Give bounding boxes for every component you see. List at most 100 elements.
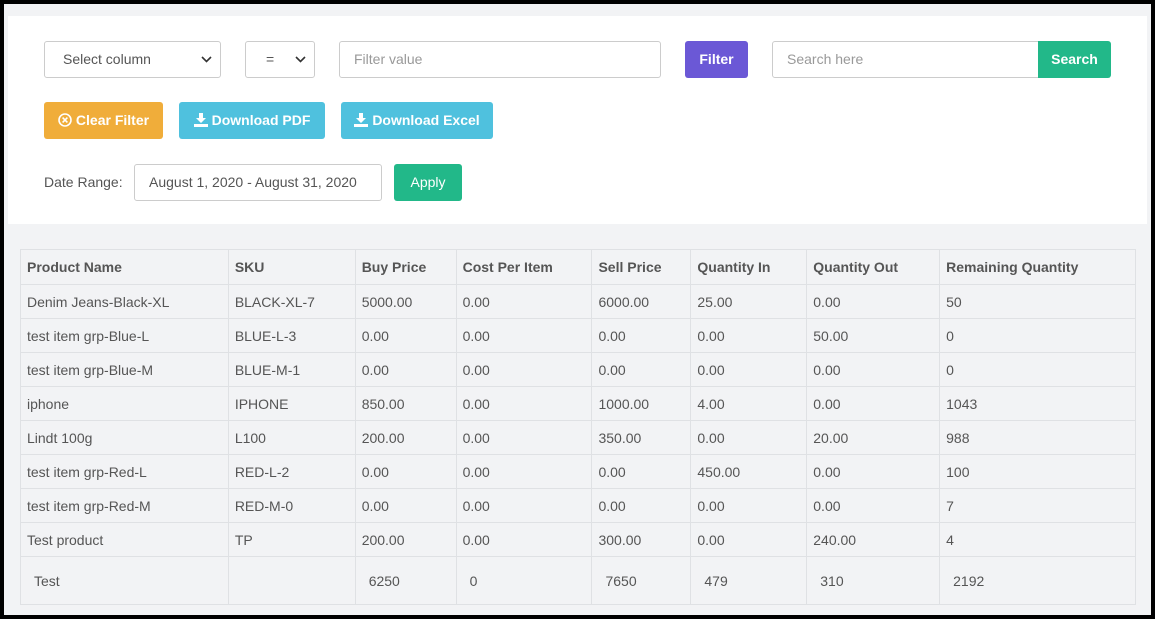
cell-sell-price: 0.00 (591, 488, 692, 523)
cell-remaining-quantity: 100 (939, 454, 1136, 489)
column-header-product-name[interactable]: Product Name (20, 249, 229, 285)
cell-quantity-out: 20.00 (806, 420, 941, 455)
filter-button[interactable]: Filter (685, 41, 748, 78)
cell-sell-price: 300.00 (591, 522, 692, 557)
cell-buy-price: 0.00 (354, 352, 457, 387)
cell-sell-price: 1000.00 (591, 386, 692, 421)
chevron-down-icon (295, 42, 306, 77)
cell-quantity-out: 0.00 (806, 284, 941, 319)
total-quantity-out: 310 (806, 556, 941, 605)
search-placeholder: Search here (787, 51, 864, 67)
cell-quantity-out: 50.00 (806, 318, 941, 353)
cell-cost-per-item: 0.00 (455, 420, 593, 455)
download-excel-button[interactable]: Download Excel (341, 102, 493, 139)
date-range-input[interactable]: August 1, 2020 - August 31, 2020 (134, 164, 382, 201)
column-select-value: Select column (63, 51, 151, 67)
chevron-down-icon (201, 42, 212, 77)
total-sku (227, 556, 356, 605)
cell-buy-price: 0.00 (354, 454, 457, 489)
cell-sku: TP (227, 522, 356, 557)
operator-select[interactable]: = (245, 41, 315, 78)
cell-buy-price: 0.00 (354, 488, 457, 523)
cell-cost-per-item: 0.00 (455, 352, 593, 387)
total-remaining-quantity: 2192 (939, 556, 1136, 605)
cell-quantity-in: 450.00 (690, 454, 808, 489)
column-header-sku[interactable]: SKU (227, 249, 356, 285)
cell-quantity-out: 240.00 (806, 522, 941, 557)
filter-value-input[interactable]: Filter value (339, 41, 661, 78)
cell-cost-per-item: 0.00 (455, 488, 593, 523)
report-page: Select column = Filter value Filter Sear… (4, 4, 1151, 615)
cell-buy-price: 850.00 (354, 386, 457, 421)
cell-quantity-out: 0.00 (806, 454, 941, 489)
cell-product-name: iphone (20, 386, 229, 421)
cell-product-name: test item grp-Red-M (20, 488, 229, 523)
operator-select-value: = (266, 51, 275, 67)
close-circle-icon (58, 104, 72, 141)
column-header-sell-price[interactable]: Sell Price (591, 249, 692, 285)
search-button[interactable]: Search (1038, 41, 1111, 78)
table-row: Denim Jeans-Black-XL BLACK-XL-7 5000.00 … (20, 284, 1136, 319)
column-select[interactable]: Select column (44, 41, 221, 78)
cell-cost-per-item: 0.00 (455, 318, 593, 353)
table-row: test item grp-Blue-M BLUE-M-1 0.00 0.00 … (20, 352, 1136, 387)
cell-sell-price: 0.00 (591, 352, 692, 387)
cell-sku: IPHONE (227, 386, 356, 421)
total-row: Test 6250 0 7650 479 310 2192 (20, 556, 1136, 605)
filter-panel: Select column = Filter value Filter Sear… (8, 16, 1147, 224)
cell-cost-per-item: 0.00 (455, 284, 593, 319)
column-header-buy-price[interactable]: Buy Price (354, 249, 457, 285)
cell-buy-price: 5000.00 (354, 284, 457, 319)
cell-sku: L100 (227, 420, 356, 455)
download-pdf-label: Download PDF (211, 112, 311, 128)
clear-filter-button[interactable]: Clear Filter (44, 102, 163, 139)
apply-button[interactable]: Apply (394, 164, 462, 201)
cell-cost-per-item: 0.00 (455, 386, 593, 421)
cell-quantity-in: 0.00 (690, 488, 808, 523)
cell-remaining-quantity: 4 (939, 522, 1136, 557)
cell-sell-price: 6000.00 (591, 284, 692, 319)
cell-remaining-quantity: 0 (939, 318, 1136, 353)
column-header-quantity-out[interactable]: Quantity Out (806, 249, 941, 285)
cell-quantity-in: 25.00 (690, 284, 808, 319)
table-row: Test product TP 200.00 0.00 300.00 0.00 … (20, 522, 1136, 557)
cell-quantity-in: 0.00 (690, 522, 808, 557)
cell-sku: BLUE-L-3 (227, 318, 356, 353)
cell-remaining-quantity: 7 (939, 488, 1136, 523)
cell-sku: BLACK-XL-7 (227, 284, 356, 319)
download-pdf-button[interactable]: Download PDF (179, 102, 325, 139)
cell-product-name: Test product (20, 522, 229, 557)
download-icon (354, 104, 369, 141)
cell-buy-price: 0.00 (354, 318, 457, 353)
cell-cost-per-item: 0.00 (455, 522, 593, 557)
table-row: test item grp-Blue-L BLUE-L-3 0.00 0.00 … (20, 318, 1136, 353)
cell-quantity-out: 0.00 (806, 352, 941, 387)
date-range-value: August 1, 2020 - August 31, 2020 (149, 174, 357, 190)
cell-sku: RED-L-2 (227, 454, 356, 489)
cell-sell-price: 350.00 (591, 420, 692, 455)
date-range-label: Date Range: (44, 174, 123, 190)
cell-sell-price: 0.00 (591, 454, 692, 489)
table-header-row: Product Name SKU Buy Price Cost Per Item… (20, 249, 1136, 285)
cell-buy-price: 200.00 (354, 522, 457, 557)
column-header-remaining-quantity[interactable]: Remaining Quantity (939, 249, 1136, 285)
cell-buy-price: 200.00 (354, 420, 457, 455)
cell-remaining-quantity: 1043 (939, 386, 1136, 421)
cell-remaining-quantity: 988 (939, 420, 1136, 455)
report-table: Product Name SKU Buy Price Cost Per Item… (20, 249, 1136, 605)
cell-quantity-out: 0.00 (806, 386, 941, 421)
table-row: test item grp-Red-M RED-M-0 0.00 0.00 0.… (20, 488, 1136, 523)
cell-quantity-in: 0.00 (690, 420, 808, 455)
cell-cost-per-item: 0.00 (455, 454, 593, 489)
cell-product-name: test item grp-Blue-L (20, 318, 229, 353)
cell-sell-price: 0.00 (591, 318, 692, 353)
total-label: Test (20, 556, 229, 605)
clear-filter-label: Clear Filter (75, 112, 150, 128)
column-header-quantity-in[interactable]: Quantity In (690, 249, 808, 285)
cell-quantity-in: 4.00 (690, 386, 808, 421)
cell-remaining-quantity: 50 (939, 284, 1136, 319)
column-header-cost-per-item[interactable]: Cost Per Item (455, 249, 593, 285)
search-input[interactable]: Search here (772, 41, 1040, 78)
cell-sku: RED-M-0 (227, 488, 356, 523)
table-row: Lindt 100g L100 200.00 0.00 350.00 0.00 … (20, 420, 1136, 455)
